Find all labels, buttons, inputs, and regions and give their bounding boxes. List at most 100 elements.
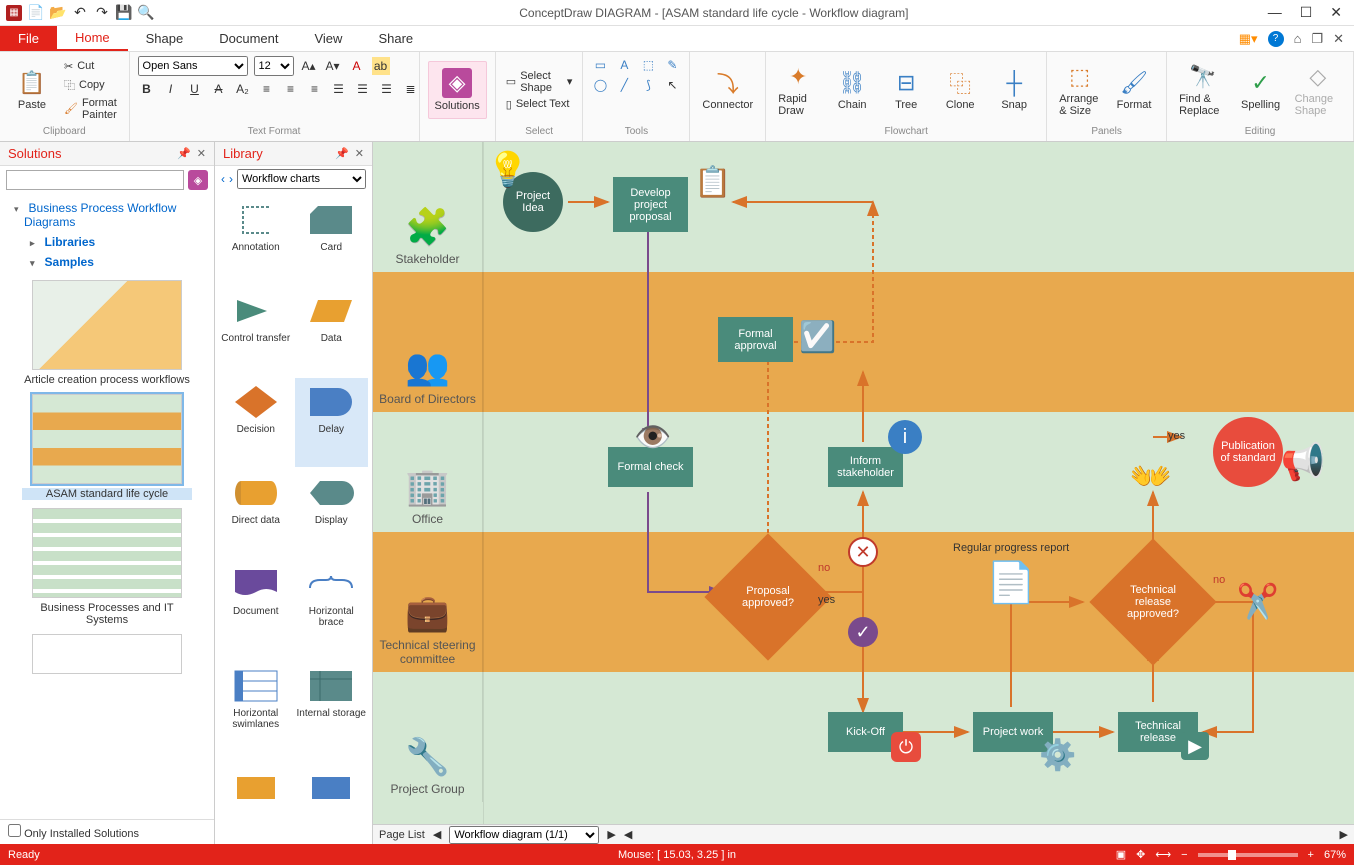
ellipse-tool-icon[interactable]: ◯ [591,76,609,94]
italic-icon[interactable]: I [162,80,180,98]
lib-item-delay[interactable]: Delay [295,378,369,467]
close-panel-icon[interactable]: ✕ [355,147,364,160]
tab-shape[interactable]: Shape [128,26,202,51]
format-painter-button[interactable]: 🖌Format Painter [62,96,121,122]
fit-page-icon[interactable]: ✥ [1136,848,1145,861]
tree-root[interactable]: Business Process Workflow Diagrams [0,198,214,232]
sample-thumb[interactable] [22,634,192,674]
lib-item-control-transfer[interactable]: Control transfer [219,287,293,376]
align-top-icon[interactable]: ☰ [330,80,348,98]
snap-button[interactable]: ┼Snap [990,67,1038,113]
library-select[interactable]: Workflow charts [237,169,366,189]
arc-tool-icon[interactable]: ⟆ [639,76,657,94]
home-panel-icon[interactable]: ⌂ [1294,31,1302,46]
sample-thumb[interactable]: Business Processes and IT Systems [22,508,192,626]
text-tool-icon[interactable]: A [615,56,633,74]
undo-icon[interactable]: ↶ [72,5,88,21]
lib-item-decision[interactable]: Decision [219,378,293,467]
align-right-icon[interactable]: ≡ [306,80,324,98]
redo-icon[interactable]: ↷ [94,5,110,21]
underline-icon[interactable]: U [186,80,204,98]
help-icon[interactable]: ? [1268,31,1284,47]
zoom-slider[interactable] [1198,853,1298,857]
tree-samples[interactable]: Samples [0,252,214,272]
select-shape-button[interactable]: ▭Select Shape ▾ [504,69,575,95]
tab-view[interactable]: View [296,26,360,51]
font-select[interactable]: Open Sans [138,56,248,76]
tab-share[interactable]: Share [360,26,431,51]
sample-thumb-selected[interactable]: ASAM standard life cycle [22,394,192,500]
chain-button[interactable]: ⛓Chain [828,67,876,113]
shrink-font-icon[interactable]: A▾ [324,57,342,75]
highlight-icon[interactable]: ab [372,57,390,75]
lib-item-internal-storage[interactable]: Internal storage [295,662,369,762]
font-size-select[interactable]: 12 [254,56,294,76]
clone-button[interactable]: ⿻Clone [936,67,984,113]
align-center-icon[interactable]: ≡ [282,80,300,98]
lib-item-data[interactable]: Data [295,287,369,376]
pen-tool-icon[interactable]: ✎ [663,56,681,74]
page-next-icon[interactable]: ▶ [607,828,615,841]
lib-item-display[interactable]: Display [295,469,369,558]
tab-document[interactable]: Document [201,26,296,51]
lib-item[interactable] [295,764,369,840]
pin-icon[interactable]: 📌 [177,147,191,160]
callout-tool-icon[interactable]: ⬚ [639,56,657,74]
align-left-icon[interactable]: ≡ [258,80,276,98]
zoom-out-icon[interactable]: − [1181,849,1187,861]
scroll-right-icon[interactable]: ▶ [1340,828,1348,841]
connector-button[interactable]: ⤵Connector [698,67,757,113]
find-replace-button[interactable]: 🔭Find & Replace [1175,61,1231,119]
spelling-button[interactable]: ✓Spelling [1237,67,1285,113]
node-develop-proposal[interactable]: Develop project proposal [613,177,688,232]
lib-item[interactable] [219,764,293,840]
zoom-level[interactable]: 67% [1324,849,1346,861]
lib-item-card[interactable]: Card [295,196,369,285]
grow-font-icon[interactable]: A▴ [300,57,318,75]
restore-panel-icon[interactable]: ❐ [1311,31,1323,47]
sample-thumb[interactable]: Article creation process workflows [22,280,192,386]
tab-home[interactable]: Home [57,26,128,51]
minimize-button[interactable]: — [1268,4,1282,21]
fit-width-icon[interactable]: ⟷ [1155,848,1171,861]
presentation-mode-icon[interactable]: ▣ [1116,848,1126,861]
cut-button[interactable]: ✂Cut [62,59,121,74]
bold-icon[interactable]: B [138,80,156,98]
close-panel-icon[interactable]: ✕ [197,147,206,160]
lib-next-icon[interactable]: › [229,172,233,186]
subscript-icon[interactable]: A₂ [234,80,252,98]
lib-item-horizontal-swimlanes[interactable]: Horizontal swimlanes [219,662,293,762]
only-installed-checkbox[interactable]: Only Installed Solutions [8,828,139,840]
scroll-left-icon[interactable]: ◀ [624,828,632,841]
lib-item-document[interactable]: Document [219,560,293,660]
rapid-draw-button[interactable]: ✦Rapid Draw [774,61,822,119]
node-inform-stakeholder[interactable]: Inform stakeholder [828,447,903,487]
lib-prev-icon[interactable]: ‹ [221,172,225,186]
node-publication[interactable]: Publication of standard [1213,417,1283,487]
solutions-button[interactable]: ◈ Solutions [428,61,487,119]
lib-item-annotation[interactable]: Annotation [219,196,293,285]
node-formal-approval[interactable]: Formal approval [718,317,793,362]
format-button[interactable]: 🖌Format [1110,67,1158,113]
tab-file[interactable]: File [0,26,57,51]
pointer-tool-icon[interactable]: ↖ [663,76,681,94]
new-icon[interactable]: 📄 [28,5,44,21]
paste-button[interactable]: 📋 Paste [8,67,56,113]
arrange-size-button[interactable]: ⬚Arrange & Size [1055,61,1104,119]
zoom-in-icon[interactable]: + [1308,849,1314,861]
align-middle-icon[interactable]: ☰ [354,80,372,98]
grid-menu-icon[interactable]: ▦▾ [1239,31,1258,47]
open-icon[interactable]: 📂 [50,5,66,21]
font-color-icon[interactable]: A [348,57,366,75]
page-prev-icon[interactable]: ◀ [433,828,441,841]
lib-item-horizontal-brace[interactable]: Horizontal brace [295,560,369,660]
zoom-icon[interactable]: 🔍 [138,5,154,21]
rect-tool-icon[interactable]: ▭ [591,56,609,74]
align-bottom-icon[interactable]: ☰ [378,80,396,98]
change-shape-button[interactable]: ◇Change Shape [1291,61,1345,119]
pin-icon[interactable]: 📌 [335,147,349,160]
select-text-button[interactable]: ▯Select Text [504,97,575,112]
tree-libraries[interactable]: Libraries [0,232,214,252]
workflow-canvas[interactable]: 🧩Stakeholder 👥Board of Directors 🏢Office… [373,142,1354,824]
maximize-button[interactable]: ☐ [1300,4,1313,21]
